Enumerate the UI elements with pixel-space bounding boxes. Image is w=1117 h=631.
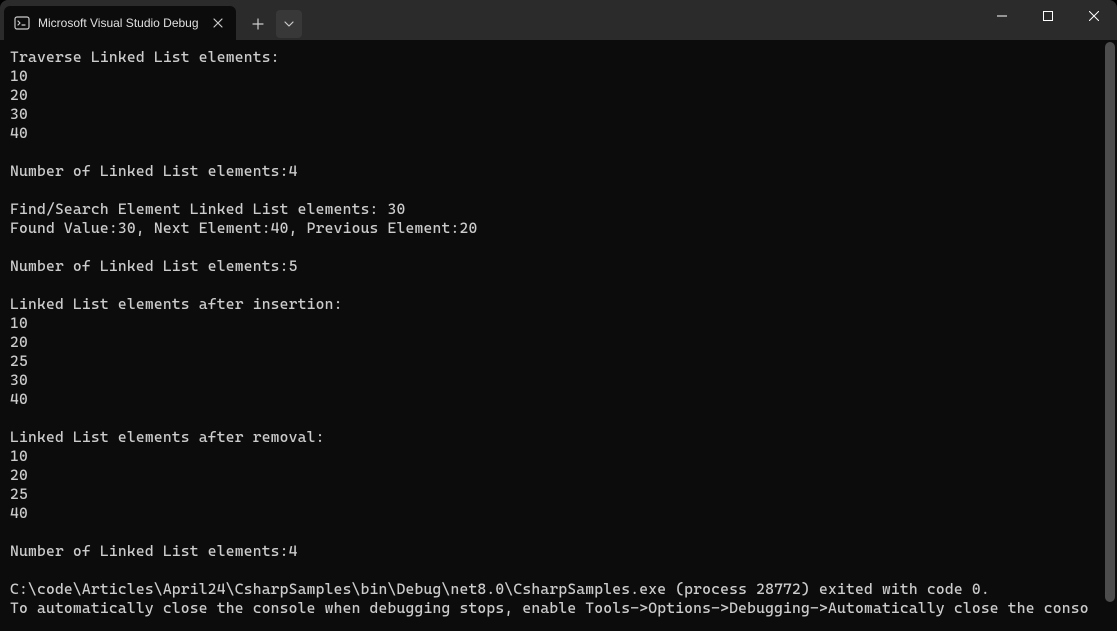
terminal-window: Microsoft Visual Studio Debug xyxy=(0,0,1117,631)
tab-active[interactable]: Microsoft Visual Studio Debug xyxy=(4,6,236,40)
minimize-button[interactable] xyxy=(979,0,1025,32)
close-button[interactable] xyxy=(1071,0,1117,32)
tab-dropdown-button[interactable] xyxy=(276,10,302,38)
tab-title: Microsoft Visual Studio Debug xyxy=(38,16,202,30)
console-output[interactable]: Traverse Linked List elements: 10 20 30 … xyxy=(0,40,1117,631)
tab-area: Microsoft Visual Studio Debug xyxy=(0,0,302,40)
titlebar[interactable]: Microsoft Visual Studio Debug xyxy=(0,0,1117,40)
maximize-button[interactable] xyxy=(1025,0,1071,32)
tab-close-button[interactable] xyxy=(210,15,226,31)
scrollbar-thumb[interactable] xyxy=(1105,42,1115,602)
new-tab-button[interactable] xyxy=(242,10,274,38)
window-controls xyxy=(979,0,1117,32)
scrollbar[interactable] xyxy=(1103,40,1117,631)
console-icon xyxy=(14,15,30,31)
